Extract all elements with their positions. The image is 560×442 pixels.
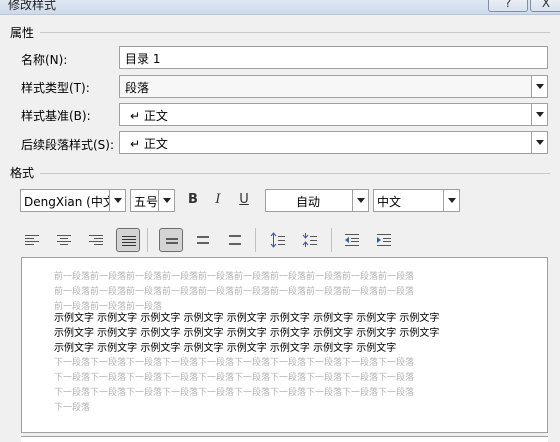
align-right-button[interactable] <box>84 228 108 252</box>
toolbar-separator <box>255 228 256 252</box>
increase-indent-button[interactable] <box>372 228 396 252</box>
language-value: 中文 <box>377 195 402 209</box>
based-on-select[interactable]: ↵ 正文 <box>119 103 548 126</box>
underline-button[interactable]: U <box>233 189 255 211</box>
description-box <box>21 436 548 442</box>
align-center-icon <box>57 235 71 245</box>
toolbar-separator <box>147 228 148 252</box>
font-dropdown-button[interactable] <box>109 190 125 211</box>
decrease-indent-icon <box>345 234 359 246</box>
decrease-spacing-icon <box>302 233 317 247</box>
double-spacing-button[interactable] <box>223 228 247 252</box>
dialog-titlebar: 修改样式 ? X <box>0 0 560 15</box>
chevron-down-icon <box>536 112 544 117</box>
preview-previous-paragraph: 前一段落前一段落前一段落前一段落前一段落前一段落前一段落前一段落前一段落前一段落… <box>54 270 514 315</box>
name-value: 目录 1 <box>125 52 161 66</box>
font-size-dropdown-button[interactable] <box>158 190 174 211</box>
next-style-value: ↵ 正文 <box>130 137 168 151</box>
close-button[interactable]: X <box>530 0 560 12</box>
font-size-value: 五号 <box>134 195 159 209</box>
chevron-down-icon <box>448 198 456 203</box>
preview-line: 下一段落下一段落下一段落下一段落下一段落下一段落下一段落下一段落下一段落下一段落 <box>54 373 415 383</box>
style-preview: 前一段落前一段落前一段落前一段落前一段落前一段落前一段落前一段落前一段落前一段落… <box>21 257 548 433</box>
chevron-down-icon <box>536 140 544 145</box>
properties-divider <box>40 32 550 33</box>
name-label: 名称(N): <box>21 53 68 67</box>
align-left-icon <box>25 235 39 245</box>
justify-button[interactable] <box>116 228 140 252</box>
preview-line: 示例文字 示例文字 示例文字 示例文字 示例文字 示例文字 示例文字 示例文字 … <box>54 313 440 324</box>
format-divider <box>40 173 550 174</box>
based-on-dropdown-button[interactable] <box>531 104 547 125</box>
preview-next-paragraph: 下一段落下一段落下一段落下一段落下一段落下一段落下一段落下一段落下一段落下一段落… <box>54 356 514 416</box>
chevron-down-icon <box>357 198 365 203</box>
style-type-label: 样式类型(T): <box>21 81 90 95</box>
preview-line: 前一段落前一段落前一段落前一段落前一段落前一段落前一段落前一段落前一段落前一段落 <box>54 272 415 282</box>
underline-label: U <box>239 192 249 207</box>
align-center-button[interactable] <box>52 228 76 252</box>
increase-indent-icon <box>377 234 391 246</box>
properties-section-label: 属性 <box>10 26 35 40</box>
preview-sample-paragraph: 示例文字 示例文字 示例文字 示例文字 示例文字 示例文字 示例文字 示例文字 … <box>54 311 514 356</box>
close-icon: X <box>541 0 551 10</box>
toolbar-separator <box>331 228 332 252</box>
preview-line: 示例文字 示例文字 示例文字 示例文字 示例文字 示例文字 示例文字 示例文字 <box>54 343 397 354</box>
font-select[interactable]: DengXian (中文 <box>20 189 126 212</box>
font-color-select[interactable]: 自动 <box>265 189 369 212</box>
help-button[interactable]: ? <box>488 0 528 12</box>
decrease-spacing-button[interactable] <box>298 228 322 252</box>
one-half-spacing-button[interactable] <box>191 228 215 252</box>
decrease-indent-button[interactable] <box>340 228 364 252</box>
based-on-label: 样式基准(B): <box>21 109 91 123</box>
one-half-spacing-icon <box>197 236 209 244</box>
preview-line: 示例文字 示例文字 示例文字 示例文字 示例文字 示例文字 示例文字 示例文字 … <box>54 328 440 339</box>
single-spacing-button[interactable] <box>159 228 183 252</box>
font-size-select[interactable]: 五号 <box>130 189 175 212</box>
font-color-dropdown-button[interactable] <box>352 190 368 211</box>
format-section-label: 格式 <box>10 166 35 180</box>
align-left-button[interactable] <box>20 228 44 252</box>
next-style-dropdown-button[interactable] <box>531 132 547 153</box>
next-style-select[interactable]: ↵ 正文 <box>119 131 548 154</box>
chevron-down-icon <box>163 198 171 203</box>
help-icon: ? <box>504 0 512 10</box>
chevron-down-icon <box>114 198 122 203</box>
dialog-title: 修改样式 <box>8 0 57 12</box>
justify-icon <box>122 236 136 246</box>
language-select[interactable]: 中文 <box>373 189 460 212</box>
preview-line: 下一段落 <box>54 403 91 413</box>
increase-spacing-button[interactable] <box>266 228 290 252</box>
font-value: DengXian (中文 <box>24 195 110 209</box>
italic-button[interactable]: I <box>207 189 229 211</box>
name-input[interactable]: 目录 1 <box>119 46 548 69</box>
preview-line: 下一段落下一段落下一段落下一段落下一段落下一段落下一段落下一段落下一段落下一段落 <box>54 358 415 368</box>
single-spacing-icon <box>166 238 178 244</box>
bold-button[interactable]: B <box>182 189 204 211</box>
style-type-value: 段落 <box>125 81 150 95</box>
based-on-value: ↵ 正文 <box>130 109 168 123</box>
style-type-dropdown-button[interactable] <box>531 76 547 97</box>
increase-spacing-icon <box>270 232 285 248</box>
double-spacing-icon <box>229 235 241 245</box>
font-color-value: 自动 <box>296 195 321 209</box>
align-right-icon <box>89 235 103 245</box>
language-dropdown-button[interactable] <box>443 190 459 211</box>
next-style-label: 后续段落样式(S): <box>21 138 115 152</box>
chevron-down-icon <box>536 84 544 89</box>
style-type-select[interactable]: 段落 <box>119 75 548 98</box>
preview-line: 下一段落下一段落下一段落下一段落下一段落下一段落下一段落下一段落下一段落下一段落 <box>54 388 415 398</box>
preview-line: 前一段落前一段落前一段落前一段落前一段落前一段落前一段落前一段落前一段落前一段落 <box>54 287 415 297</box>
